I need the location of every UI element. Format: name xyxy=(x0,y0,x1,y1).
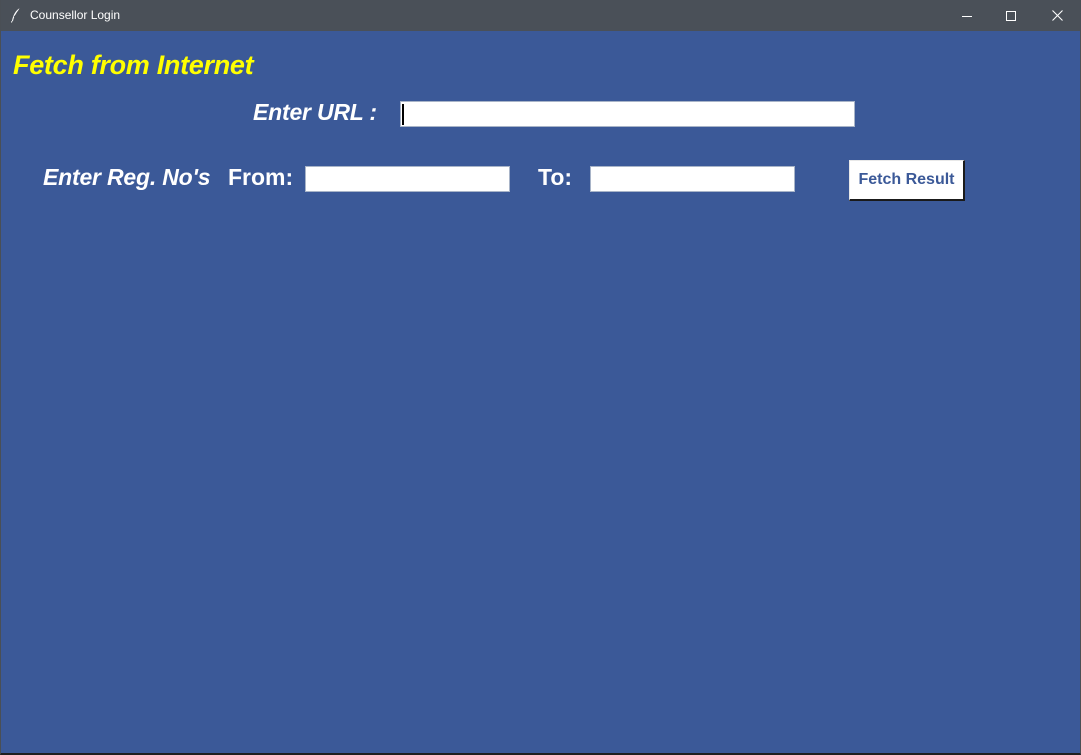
reg-no-label: Enter Reg. No's xyxy=(43,164,211,190)
minimize-button[interactable] xyxy=(944,0,990,31)
from-label: From: xyxy=(228,164,294,190)
page-heading: Fetch from Internet xyxy=(13,50,254,80)
title-bar[interactable]: Counsellor Login xyxy=(1,0,1080,31)
close-icon xyxy=(1051,10,1063,21)
text-cursor xyxy=(402,104,404,125)
feather-icon xyxy=(10,7,22,23)
url-label: Enter URL : xyxy=(253,99,377,125)
reg-from-input[interactable] xyxy=(305,166,510,192)
fetch-result-button[interactable]: Fetch Result xyxy=(849,160,965,201)
reg-to-input[interactable] xyxy=(590,166,795,192)
form-panel: Fetch from Internet Enter URL : Enter Re… xyxy=(1,31,1080,753)
close-button[interactable] xyxy=(1034,0,1080,31)
url-input[interactable] xyxy=(400,101,855,127)
window-title: Counsellor Login xyxy=(30,8,121,22)
to-label: To: xyxy=(538,164,573,190)
minimize-icon xyxy=(962,11,972,21)
maximize-icon xyxy=(1006,10,1016,21)
maximize-button[interactable] xyxy=(988,0,1034,31)
app-window: Counsellor Login Fetch from Internet Ent… xyxy=(0,0,1081,755)
